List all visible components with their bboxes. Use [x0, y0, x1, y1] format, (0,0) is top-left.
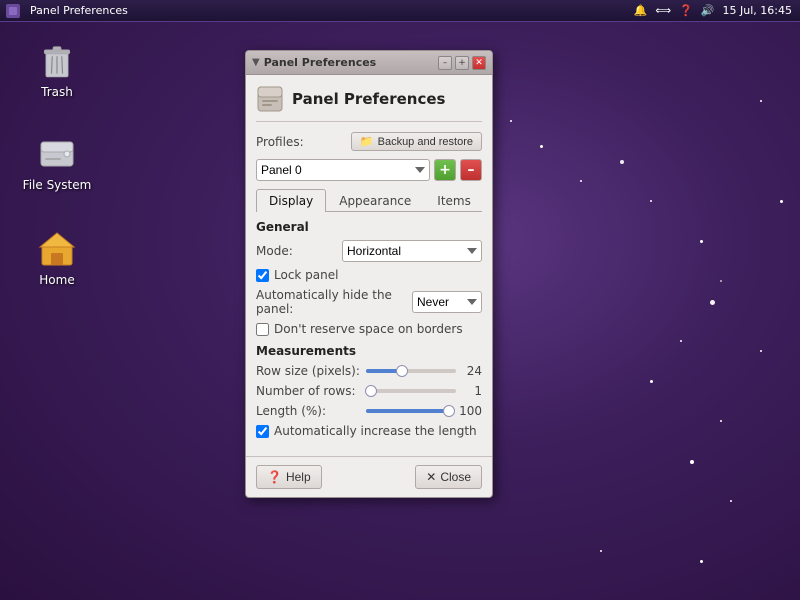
measurements-section: Measurements Row size (pixels): 24 Numbe… — [256, 344, 482, 438]
taskbar-right: 🔔 ⟺ ❓ 🔊 15 Jul, 16:45 — [626, 4, 800, 17]
desktop-icon-home[interactable]: Home — [17, 225, 97, 291]
reserve-space-label[interactable]: Don't reserve space on borders — [274, 322, 463, 336]
auto-length-label[interactable]: Automatically increase the length — [274, 424, 477, 438]
trash-label: Trash — [41, 85, 73, 99]
tab-appearance[interactable]: Appearance — [326, 189, 424, 212]
desktop-icon-filesystem[interactable]: File System — [17, 130, 97, 196]
filesystem-icon — [37, 134, 77, 174]
taskbar-app-icon — [6, 4, 20, 18]
titlebar-left: ▼ Panel Preferences — [252, 56, 376, 69]
volume-icon: 🔊 — [701, 4, 715, 17]
taskbar-left: Panel Preferences — [0, 4, 140, 18]
num-rows-value: 1 — [462, 384, 482, 398]
length-label: Length (%): — [256, 404, 366, 418]
dialog-body: Panel Preferences Profiles: 📁 Backup and… — [246, 75, 492, 454]
minimize-button[interactable]: – — [438, 56, 452, 70]
auto-length-row: Automatically increase the length — [256, 424, 482, 438]
help-icon: ❓ — [267, 470, 282, 484]
length-thumb[interactable] — [443, 405, 455, 417]
tab-items[interactable]: Items — [424, 189, 484, 212]
row-size-label: Row size (pixels): — [256, 364, 366, 378]
dialog-header-icon — [256, 85, 284, 113]
taskbar: Panel Preferences 🔔 ⟺ ❓ 🔊 15 Jul, 16:45 — [0, 0, 800, 22]
panel-remove-button[interactable]: – — [460, 159, 482, 181]
network-icon: ⟺ — [655, 4, 671, 17]
dialog-header-title: Panel Preferences — [292, 90, 445, 108]
panel-select[interactable]: Panel 0 — [256, 159, 430, 181]
lock-panel-label[interactable]: Lock panel — [274, 268, 338, 282]
home-icon — [37, 229, 77, 269]
row-size-thumb[interactable] — [396, 365, 408, 377]
window-close-button[interactable]: ✕ — [472, 56, 486, 70]
tabs-bar: Display Appearance Items — [256, 189, 482, 212]
auto-hide-label: Automatically hide the panel: — [256, 288, 406, 316]
dialog-footer: ❓ Help ✕ Close — [246, 456, 492, 497]
measurements-title: Measurements — [256, 344, 482, 358]
row-size-value: 24 — [462, 364, 482, 378]
reserve-space-checkbox[interactable] — [256, 323, 269, 336]
general-section-title: General — [256, 220, 482, 234]
titlebar-menu-icon: ▼ — [252, 57, 260, 68]
length-fill — [366, 409, 453, 413]
close-icon: ✕ — [426, 470, 436, 484]
profiles-label: Profiles: — [256, 135, 304, 149]
home-label: Home — [39, 273, 74, 287]
row-size-slider[interactable] — [366, 369, 456, 373]
notification-icon: 🔔 — [634, 4, 648, 17]
profiles-row: Profiles: 📁 Backup and restore — [256, 132, 482, 151]
length-row: Length (%): 100 — [256, 404, 482, 418]
tab-display[interactable]: Display — [256, 189, 326, 212]
panel-preferences-dialog: ▼ Panel Preferences – + ✕ — [245, 50, 493, 498]
close-button[interactable]: ✕ Close — [415, 465, 482, 489]
desktop: Panel Preferences 🔔 ⟺ ❓ 🔊 15 Jul, 16:45 — [0, 0, 800, 600]
panel-selector-row: Panel 0 + – — [256, 159, 482, 181]
backup-restore-button[interactable]: 📁 Backup and restore — [351, 132, 482, 151]
taskbar-title: Panel Preferences — [24, 4, 134, 17]
num-rows-label: Number of rows: — [256, 384, 366, 398]
num-rows-slider[interactable] — [366, 389, 456, 393]
help-icon-taskbar: ❓ — [679, 4, 693, 17]
backup-icon: 📁 — [360, 135, 374, 148]
auto-hide-row: Automatically hide the panel: Never Alwa… — [256, 288, 482, 316]
backup-btn-label: Backup and restore — [378, 136, 473, 148]
titlebar-title: Panel Preferences — [264, 56, 377, 69]
num-rows-row: Number of rows: 1 — [256, 384, 482, 398]
clock: 15 Jul, 16:45 — [723, 4, 792, 17]
mode-select[interactable]: Horizontal Vertical Deskbar — [342, 240, 482, 262]
mode-row: Mode: Horizontal Vertical Deskbar — [256, 240, 482, 262]
dialog-titlebar: ▼ Panel Preferences – + ✕ — [246, 51, 492, 75]
help-button[interactable]: ❓ Help — [256, 465, 322, 489]
titlebar-controls: – + ✕ — [438, 56, 486, 70]
reserve-space-row: Don't reserve space on borders — [256, 322, 482, 336]
lock-panel-row: Lock panel — [256, 268, 482, 282]
length-slider[interactable] — [366, 409, 453, 413]
num-rows-thumb[interactable] — [365, 385, 377, 397]
filesystem-label: File System — [23, 178, 92, 192]
length-value: 100 — [459, 404, 482, 418]
row-size-row: Row size (pixels): 24 — [256, 364, 482, 378]
auto-hide-select[interactable]: Never Always Intelligently — [412, 291, 482, 313]
lock-panel-checkbox[interactable] — [256, 269, 269, 282]
dialog-header: Panel Preferences — [256, 85, 482, 122]
panel-add-button[interactable]: + — [434, 159, 456, 181]
desktop-icon-trash[interactable]: Trash — [17, 37, 97, 103]
maximize-button[interactable]: + — [455, 56, 469, 70]
auto-length-checkbox[interactable] — [256, 425, 269, 438]
mode-label: Mode: — [256, 244, 336, 258]
trash-icon — [37, 41, 77, 81]
